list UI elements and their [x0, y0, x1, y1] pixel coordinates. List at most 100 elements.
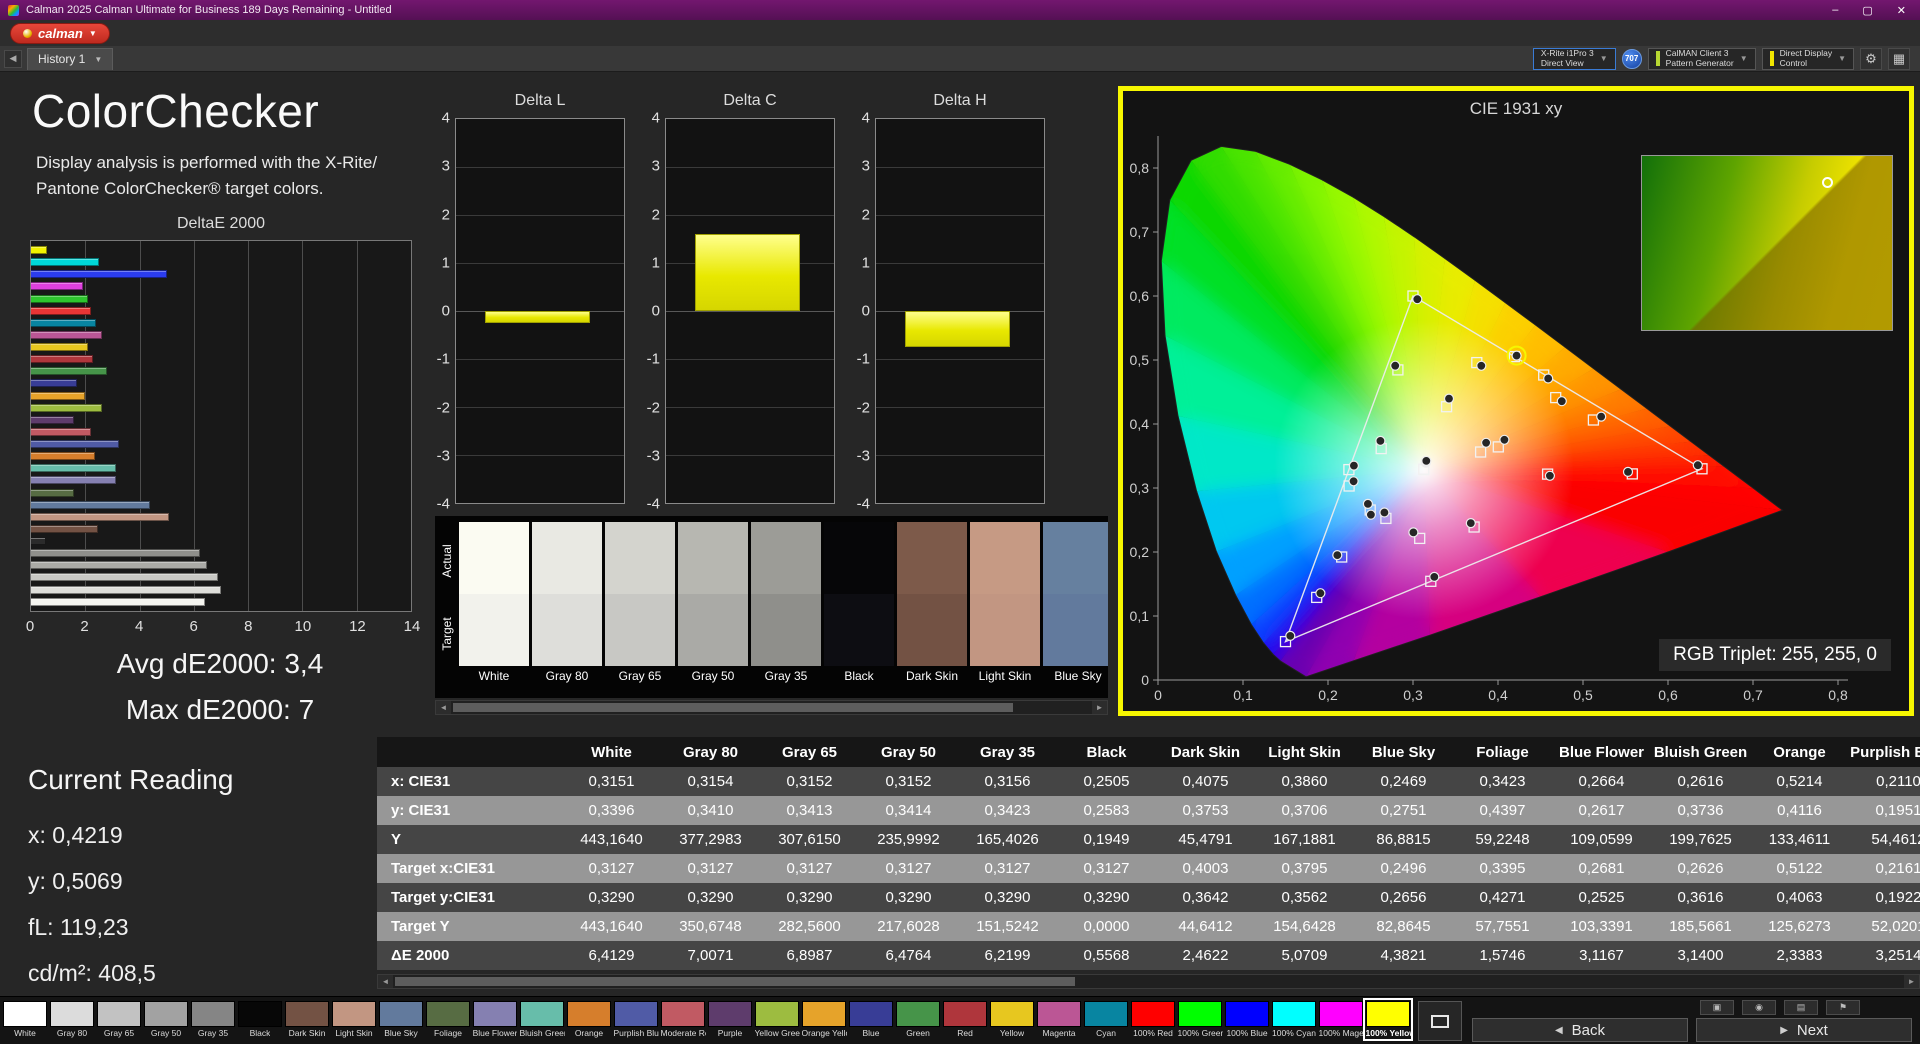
pattern-swatch-dark-skin[interactable]: Dark Skin: [284, 1000, 330, 1039]
pattern-swatch-cyan[interactable]: Cyan: [1083, 1000, 1129, 1039]
pattern-swatch-orange[interactable]: Orange: [566, 1000, 612, 1039]
deltae-bar-row: [31, 427, 411, 436]
swatch-column-gray-80[interactable]: Gray 80: [532, 522, 602, 684]
scroll-right-arrow-icon[interactable]: ►: [1904, 975, 1919, 988]
swatch-column-light-skin[interactable]: Light Skin: [970, 522, 1040, 684]
close-button[interactable]: ✕: [1897, 4, 1906, 17]
settings-button[interactable]: ⚙: [1860, 47, 1882, 70]
pattern-swatch-black[interactable]: Black: [237, 1000, 283, 1039]
pattern-swatch-100-green[interactable]: 100% Green: [1177, 1000, 1223, 1039]
mini-toolbar-button-3[interactable]: ▤: [1784, 1000, 1818, 1015]
minimize-button[interactable]: –: [1832, 4, 1838, 17]
swatch-column-dark-skin[interactable]: Dark Skin: [897, 522, 967, 684]
mini-toolbar-button-1[interactable]: ▣: [1700, 1000, 1734, 1015]
table-cell: 2,3383: [1776, 947, 1823, 964]
table-cell: 3,1400: [1677, 947, 1724, 964]
scroll-right-arrow-icon[interactable]: ►: [1092, 701, 1107, 714]
mini-toolbar-button-4[interactable]: ⚑: [1826, 1000, 1860, 1015]
swatch-column-gray-65[interactable]: Gray 65: [605, 522, 675, 684]
pattern-window-button[interactable]: [1418, 1001, 1462, 1041]
swatch-column-blue-sky[interactable]: Blue Sky: [1043, 522, 1108, 684]
y-tick-label: 1: [651, 254, 660, 272]
pattern-preview-inset: [1641, 155, 1893, 331]
pattern-swatch-orange-yellow[interactable]: Orange Yellow: [801, 1000, 847, 1039]
meter-status-badge[interactable]: 707: [1621, 48, 1642, 69]
pattern-swatch-bluish-green[interactable]: Bluish Green: [519, 1000, 565, 1039]
pattern-swatch-gray-35[interactable]: Gray 35: [190, 1000, 236, 1039]
gridline: [876, 359, 1044, 360]
next-button[interactable]: ▶ Next: [1696, 1018, 1912, 1042]
table-scrollbar[interactable]: ◄ ►: [377, 974, 1920, 989]
scroll-left-arrow-icon[interactable]: ◄: [378, 975, 393, 988]
pattern-generator-accent: [1655, 51, 1660, 66]
table-cell: 0,3616: [1677, 889, 1724, 906]
svg-text:0,4: 0,4: [1488, 687, 1508, 703]
target-swatch: [824, 594, 894, 666]
meter-select-button[interactable]: X-Rite i1Pro 3 Direct View ▼: [1532, 47, 1616, 70]
pattern-swatch-light-skin[interactable]: Light Skin: [331, 1000, 377, 1039]
pattern-swatch-yellow[interactable]: Yellow: [989, 1000, 1035, 1039]
swatch-strip-scrollbar[interactable]: ◄ ►: [435, 700, 1108, 715]
table-cell: 4,3821: [1380, 947, 1427, 964]
tab-nav-back-button[interactable]: ◀: [4, 49, 22, 68]
tab-history-1[interactable]: History 1 ▼: [27, 47, 114, 70]
table-cell: 0,1922: [1875, 889, 1920, 906]
swatch-label: Yellow Green: [754, 1028, 800, 1038]
pattern-swatch-100-cyan[interactable]: 100% Cyan: [1271, 1000, 1317, 1039]
pattern-swatch-white[interactable]: White: [2, 1000, 48, 1039]
pattern-swatch-100-magenta[interactable]: 100% Magenta: [1318, 1000, 1364, 1039]
mini-toolbar-button-2[interactable]: ◉: [1742, 1000, 1776, 1015]
pattern-swatch-100-yellow[interactable]: 100% Yellow: [1363, 998, 1413, 1041]
deltae-bar-orange: [31, 452, 95, 461]
pattern-swatch-blue-flower[interactable]: Blue Flower: [472, 1000, 518, 1039]
pattern-swatch-blue-sky[interactable]: Blue Sky: [378, 1000, 424, 1039]
swatch-label: Magenta: [1042, 1028, 1076, 1038]
table-cell: 199,7625: [1669, 831, 1732, 848]
maximize-button[interactable]: ▢: [1862, 4, 1872, 17]
swatch-column-gray-35[interactable]: Gray 35: [751, 522, 821, 684]
pattern-swatch-magenta[interactable]: Magenta: [1036, 1000, 1082, 1039]
pattern-swatch-100-blue[interactable]: 100% Blue: [1224, 1000, 1270, 1039]
table-cell: 0,5122: [1776, 860, 1823, 877]
scroll-left-arrow-icon[interactable]: ◄: [436, 701, 451, 714]
pattern-swatch-moderate-red[interactable]: Moderate Red: [660, 1000, 706, 1039]
arrow-left-icon: ◀: [1554, 1024, 1563, 1036]
pattern-swatch-blue[interactable]: Blue: [848, 1000, 894, 1039]
table-cell: 1,5746: [1479, 947, 1526, 964]
swatch-color: [802, 1001, 846, 1027]
table-cell: 0,3410: [687, 802, 734, 819]
swatch-column-white[interactable]: White: [459, 522, 529, 684]
pattern-generator-button[interactable]: CalMAN Client 3 Pattern Generator ▼: [1647, 47, 1756, 70]
deltae-x-tick-label: 6: [189, 618, 198, 635]
swatch-color: [3, 1001, 47, 1027]
delta-h-y-axis: 4 3 2 1 0 -1 -2 -3 -4: [844, 110, 870, 513]
table-cell: 0,3423: [1479, 773, 1526, 790]
pattern-swatch-foliage[interactable]: Foliage: [425, 1000, 471, 1039]
table-cell: 0,3151: [588, 773, 635, 790]
display-control-button[interactable]: Direct Display Control ▼: [1761, 47, 1854, 70]
app-menu-button[interactable]: calman ▼: [10, 22, 110, 44]
pattern-swatch-purplish-blue[interactable]: Purplish Blue: [613, 1000, 659, 1039]
pattern-swatch-purple[interactable]: Purple: [707, 1000, 753, 1039]
scrollbar-thumb[interactable]: [453, 703, 1013, 712]
pattern-swatch-100-red[interactable]: 100% Red: [1130, 1000, 1176, 1039]
pattern-swatch-yellow-green[interactable]: Yellow Green: [754, 1000, 800, 1039]
pattern-swatch-gray-80[interactable]: Gray 80: [49, 1000, 95, 1039]
scrollbar-thumb[interactable]: [395, 977, 1075, 986]
pattern-swatch-gray-65[interactable]: Gray 65: [96, 1000, 142, 1039]
table-cell: 0,3127: [885, 860, 932, 877]
actual-swatch: [678, 522, 748, 594]
table-cell: 0,2583: [1083, 802, 1130, 819]
mini-toolbar: ▣ ◉ ▤ ⚑: [1700, 1000, 1860, 1015]
pattern-swatch-green[interactable]: Green: [895, 1000, 941, 1039]
table-cell: 0,3127: [588, 860, 635, 877]
swatch-column-gray-50[interactable]: Gray 50: [678, 522, 748, 684]
pattern-swatch-red[interactable]: Red: [942, 1000, 988, 1039]
back-button[interactable]: ◀ Back: [1472, 1018, 1688, 1042]
swatch-label: Dark Skin: [905, 669, 958, 683]
swatch-label: Gray 35: [197, 1028, 229, 1038]
layout-button[interactable]: ▦: [1888, 47, 1910, 70]
swatch-column-black[interactable]: Black: [824, 522, 894, 684]
pattern-swatch-gray-50[interactable]: Gray 50: [143, 1000, 189, 1039]
deltae-bar-row: [31, 512, 411, 521]
